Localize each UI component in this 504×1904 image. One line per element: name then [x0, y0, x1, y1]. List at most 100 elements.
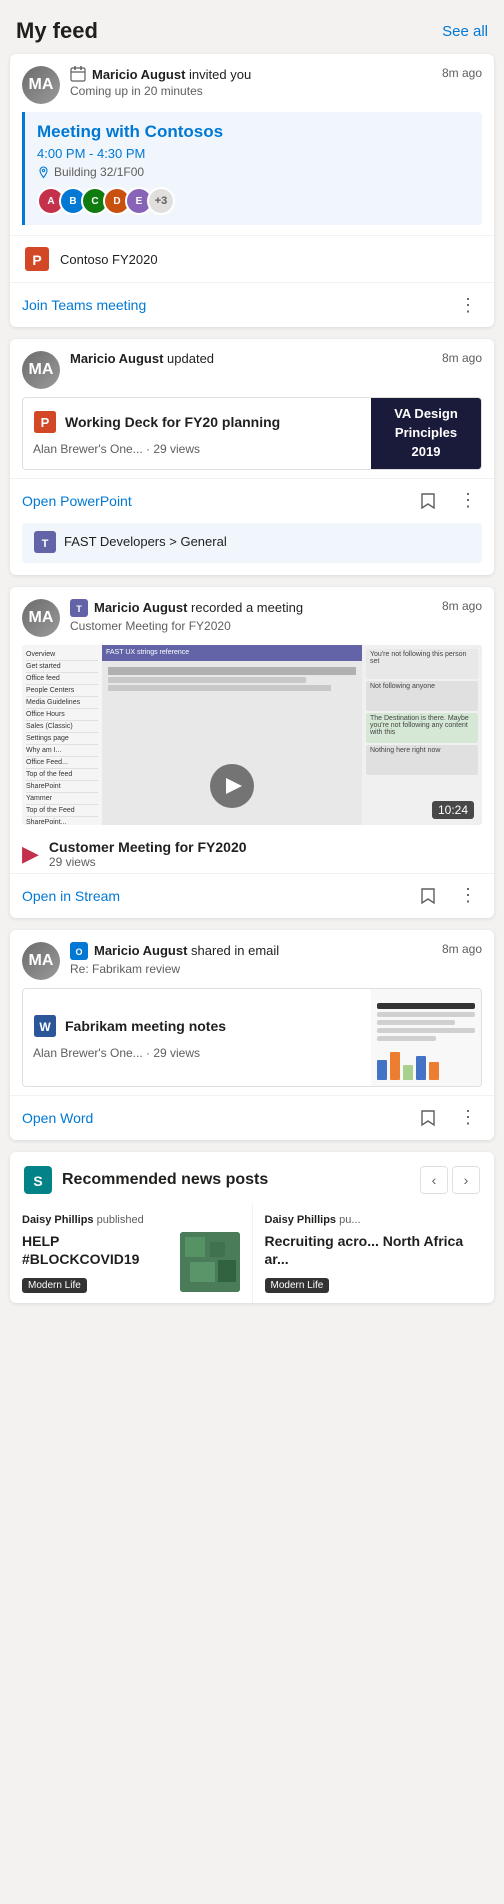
- svg-text:O: O: [75, 947, 82, 957]
- card-4-meta: O Maricio August shared in email 8m ago: [70, 942, 482, 960]
- bookmark-icon-2: [420, 492, 436, 510]
- more-options-btn-2[interactable]: ⋮: [454, 487, 482, 515]
- news-headline-1: HELP #BLOCKCOVID19: [22, 1232, 174, 1268]
- see-all-link[interactable]: See all: [442, 23, 488, 40]
- news-post-2: Daisy Phillips pu... Recruiting acro... …: [253, 1204, 495, 1303]
- avatar-image-2: MA: [22, 351, 60, 389]
- open-word-link[interactable]: Open Word: [22, 1110, 93, 1126]
- news-post-img-1: [180, 1232, 240, 1292]
- attendees-more: +3: [147, 187, 175, 215]
- teams-icon-header-3: T: [70, 599, 88, 617]
- video-main: FAST UX strings reference: [102, 645, 362, 825]
- word-line-5: [377, 1036, 436, 1041]
- avatar-image-3: MA: [22, 599, 60, 637]
- card-2-action-icons: ⋮: [414, 487, 482, 515]
- word-doc-title: Fabrikam meeting notes: [65, 1018, 226, 1034]
- video-right-item-3: The Destination is there. Maybe you're n…: [366, 713, 478, 743]
- play-button[interactable]: [210, 764, 254, 808]
- card-2-header: MA Maricio August updated 8m ago: [10, 339, 494, 397]
- card-3-meta: T Maricio August recorded a meeting 8m a…: [70, 599, 482, 617]
- doc-thumbnail: VA Design Principles 2019: [371, 398, 481, 469]
- card-2-time: 8m ago: [442, 351, 482, 365]
- bookmark-icon-3: [420, 887, 436, 905]
- open-stream-link[interactable]: Open in Stream: [22, 888, 120, 904]
- card-1-actor: Maricio August invited you: [92, 67, 251, 82]
- file-row-1: P Contoso FY2020: [10, 235, 494, 282]
- join-teams-meeting-link[interactable]: Join Teams meeting: [22, 297, 146, 313]
- avatar-1: MA: [22, 66, 60, 104]
- video-right-item-4: Nothing here right now: [366, 745, 478, 775]
- bookmark-icon-4: [420, 1109, 436, 1127]
- svg-text:P: P: [41, 415, 50, 430]
- news-post-1: Daisy Phillips published HELP #BLOCKCOVI…: [10, 1204, 253, 1303]
- news-header-left: S Recommended news posts: [24, 1166, 268, 1194]
- news-publisher-1: Daisy Phillips published: [22, 1214, 240, 1226]
- page-title: My feed: [16, 18, 98, 44]
- meeting-card: MA Maricio August invited you 8m ago: [10, 54, 494, 327]
- news-publisher-2: Daisy Phillips pu...: [265, 1214, 483, 1226]
- word-line-3: [377, 1020, 455, 1025]
- news-title: Recommended news posts: [62, 1171, 268, 1189]
- more-options-btn-4[interactable]: ⋮: [454, 1104, 482, 1132]
- news-header: S Recommended news posts ‹ ›: [10, 1152, 494, 1204]
- card-1-time: 8m ago: [442, 66, 482, 80]
- card-3-actions: Open in Stream ⋮: [10, 873, 494, 918]
- word-preview-row: W Fabrikam meeting notes Alan Brewer's O…: [22, 988, 482, 1087]
- card-4-subtitle: Re: Fabrikam review: [70, 962, 482, 976]
- svg-text:T: T: [76, 604, 82, 614]
- meeting-location: Building 32/1F00: [37, 165, 470, 179]
- card-3-actor: Maricio August recorded a meeting: [94, 600, 303, 615]
- avatar-2: MA: [22, 351, 60, 389]
- card-4-actions: Open Word ⋮: [10, 1095, 494, 1140]
- news-prev-btn[interactable]: ‹: [420, 1166, 448, 1194]
- doc-title: Working Deck for FY20 planning: [65, 414, 280, 430]
- news-next-btn[interactable]: ›: [452, 1166, 480, 1194]
- video-info-row: ▶ Customer Meeting for FY2020 29 views: [10, 833, 494, 873]
- video-top-bar: FAST UX strings reference: [102, 645, 362, 661]
- video-right-item-1: You're not following this person set: [366, 649, 478, 679]
- word-doc-thumb: [371, 989, 481, 1086]
- bar-2: [390, 1052, 400, 1080]
- card-4-time: 8m ago: [442, 942, 482, 956]
- card-3-header: MA T Maricio August recorded a meeting 8…: [10, 587, 494, 645]
- meeting-body: Meeting with Contosos 4:00 PM - 4:30 PM …: [22, 112, 482, 225]
- card-4-action-icons: ⋮: [414, 1104, 482, 1132]
- play-triangle: [226, 778, 242, 794]
- more-options-btn-3[interactable]: ⋮: [454, 882, 482, 910]
- location-icon: [37, 166, 50, 179]
- bookmark-btn-4[interactable]: [414, 1104, 442, 1132]
- svg-text:W: W: [39, 1020, 51, 1034]
- avatar-4: MA: [22, 942, 60, 980]
- avatar-image-4: MA: [22, 942, 60, 980]
- video-right-item-2: Not following anyone: [366, 681, 478, 711]
- doc-preview-row: P Working Deck for FY20 planning Alan Br…: [22, 397, 482, 470]
- bookmark-btn-3[interactable]: [414, 882, 442, 910]
- file-name-1: Contoso FY2020: [60, 252, 158, 267]
- video-preview: OverviewGet startedOffice feedPeople Cen…: [22, 645, 482, 825]
- teams-channel-icon: T: [34, 531, 56, 553]
- news-nav: ‹ ›: [420, 1166, 480, 1194]
- bookmark-btn-2[interactable]: [414, 487, 442, 515]
- outlook-icon-header: O: [70, 942, 88, 960]
- word-line-1: [377, 1003, 475, 1009]
- svg-text:S: S: [33, 1173, 42, 1189]
- video-sidebar: OverviewGet startedOffice feedPeople Cen…: [22, 645, 102, 825]
- ppt-file-icon: P: [33, 410, 57, 434]
- video-content-area: [102, 661, 362, 747]
- stream-play-icon: ▶: [22, 841, 39, 867]
- attendees-row: A B C D E +3: [37, 187, 470, 215]
- more-options-btn-1[interactable]: ⋮: [454, 291, 482, 319]
- word-line-4: [377, 1028, 475, 1033]
- video-timestamp: 10:24: [432, 801, 474, 819]
- bar-1: [377, 1060, 387, 1080]
- open-powerpoint-link[interactable]: Open PowerPoint: [22, 493, 132, 509]
- word-doc-info: W Fabrikam meeting notes Alan Brewer's O…: [23, 989, 371, 1086]
- card-1-actions: Join Teams meeting ⋮: [10, 282, 494, 327]
- news-tag-2: Modern Life: [265, 1278, 330, 1293]
- word-doc-meta: Alan Brewer's One... · 29 views: [33, 1046, 361, 1060]
- video-bg: OverviewGet startedOffice feedPeople Cen…: [22, 645, 482, 825]
- doc-info: P Working Deck for FY20 planning Alan Br…: [23, 398, 371, 469]
- word-lines: [377, 995, 475, 1080]
- card-3-subtitle: Customer Meeting for FY2020: [70, 619, 482, 633]
- avatar-3: MA: [22, 599, 60, 637]
